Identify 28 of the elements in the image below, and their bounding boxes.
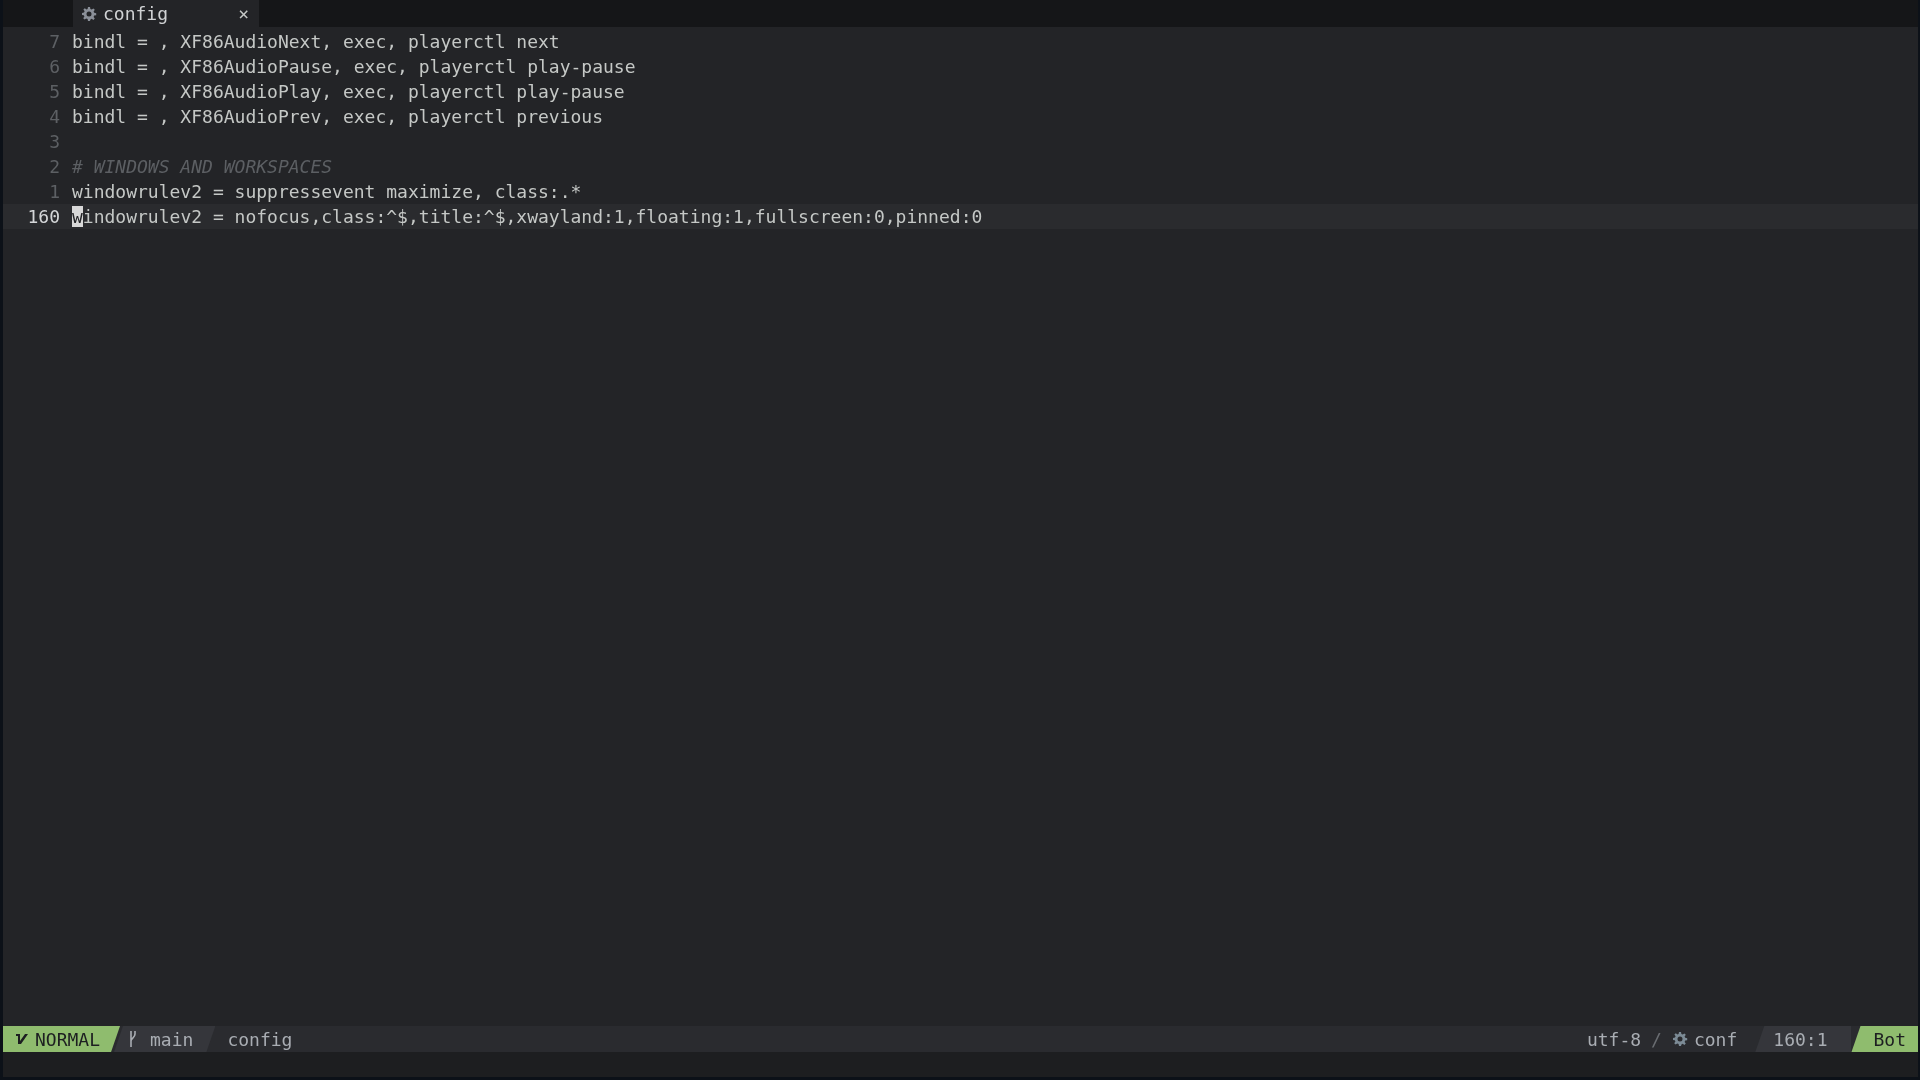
separator: / <box>1651 1028 1663 1050</box>
scroll-indicator: Bot <box>1851 1026 1918 1052</box>
gear-icon <box>81 5 97 22</box>
line-number: 6 <box>48 56 61 77</box>
cursor-position: 160:1 <box>1755 1026 1852 1052</box>
vim-logo-icon <box>15 1032 29 1046</box>
file-encoding: utf-8 <box>1586 1027 1643 1052</box>
code-line: windowrulev2 = suppressevent maximize, class:.* <box>72 181 582 202</box>
line-number: 1 <box>48 181 61 202</box>
file-tab[interactable]: config × <box>73 0 259 27</box>
line-number: 2 <box>48 156 61 177</box>
line-number: 4 <box>48 106 61 127</box>
code-line: bindl = , XF86AudioNext, exec, playerctl next <box>72 31 560 52</box>
line-number: 7 <box>48 31 61 52</box>
close-button[interactable]: × <box>238 3 249 24</box>
line-number: 5 <box>48 81 61 102</box>
code-line: bindl = , XF86AudioPause, exec, playerctl play-pause <box>72 56 636 77</box>
file-name: config <box>226 1027 293 1052</box>
code-line: bindl = , XF86AudioPlay, exec, playerctl play-pause <box>72 81 625 102</box>
gear-icon <box>1671 1031 1688 1047</box>
code-line: bindl = , XF86AudioPrev, exec, playerctl previous <box>72 106 603 127</box>
line-number: 3 <box>48 131 61 152</box>
line-number: 160 <box>26 206 61 227</box>
file-type: conf <box>1671 1026 1756 1052</box>
git-branch: main <box>114 1026 216 1052</box>
mode-indicator: NORMAL <box>3 1026 121 1052</box>
code-comment: # WINDOWS AND WORKSPACES <box>72 156 333 177</box>
branch-icon <box>128 1030 139 1048</box>
